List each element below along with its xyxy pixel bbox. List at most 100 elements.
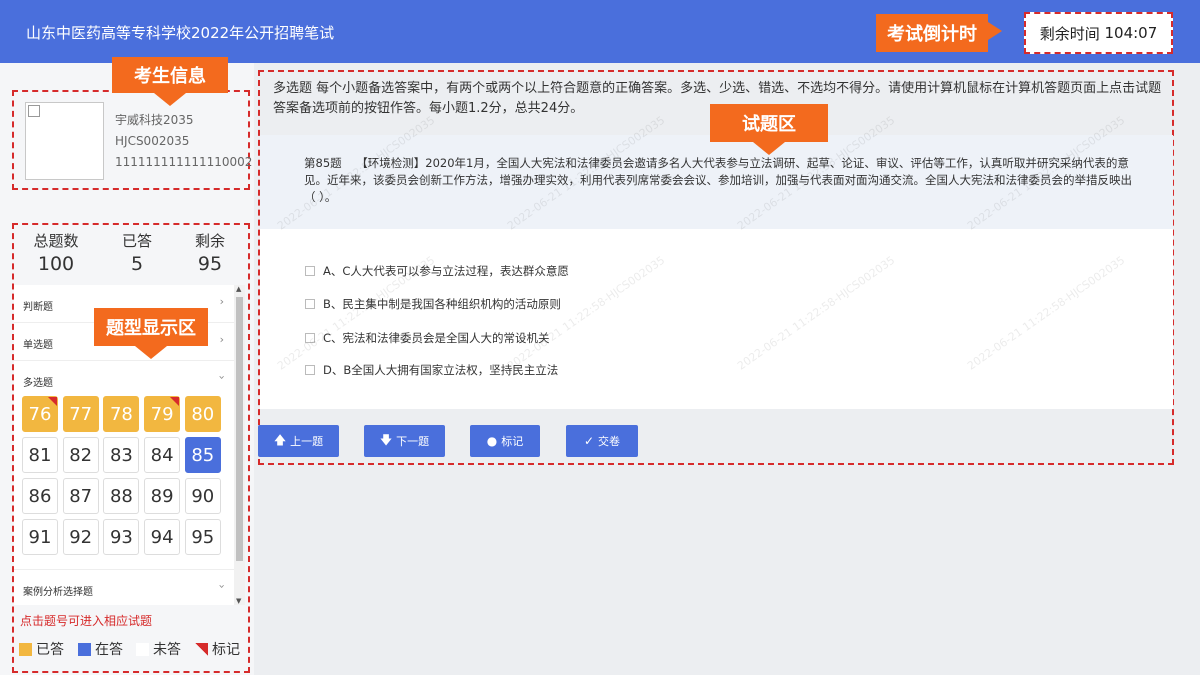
submit-exam-button[interactable]: ✓ 交卷 [566, 425, 638, 457]
question-number-83[interactable]: 83 [103, 437, 140, 473]
stat-total-value: 100 [37, 253, 75, 275]
answered-swatch [19, 642, 32, 656]
legend-unanswered: 未答 [136, 639, 181, 659]
flag-icon [48, 397, 57, 406]
legend-answered: 已答 [19, 639, 64, 659]
candidate-photo [25, 102, 104, 180]
flag-swatch [195, 642, 208, 656]
button-label: 上一题 [290, 435, 324, 448]
question-number-81[interactable]: 81 [22, 437, 58, 473]
question-number-91[interactable]: 91 [22, 519, 58, 555]
checkbox-icon[interactable] [305, 299, 315, 309]
question-number-85[interactable]: 85 [184, 437, 221, 473]
question-number-label: 95 [191, 526, 215, 548]
checkbox-icon[interactable] [305, 365, 315, 375]
type-name: 判断题 [23, 302, 53, 313]
question-number-90[interactable]: 90 [184, 478, 221, 514]
chevron-down-icon: › [215, 375, 229, 380]
question-area-callout: 试题区 [710, 104, 828, 155]
question-number-label: 86 [28, 485, 52, 507]
checkbox-icon[interactable] [305, 333, 315, 343]
type-name: 单选题 [23, 340, 53, 351]
question-number-95[interactable]: 95 [184, 519, 221, 555]
type-row-case[interactable]: 案例分析选择题 › [14, 569, 234, 605]
question-number-88[interactable]: 88 [103, 478, 140, 514]
button-label: 下一题 [396, 435, 430, 448]
legend-current: 在答 [78, 639, 123, 659]
candidate-code: HJCS002035 [115, 134, 190, 148]
scroll-up-icon[interactable]: ▲ [236, 285, 241, 293]
question-number-76[interactable]: 76 [22, 396, 58, 432]
legend-label: 未答 [153, 642, 181, 658]
candidate-info: 宇威科技2035 HJCS002035 111111111111110002 [115, 110, 252, 173]
question-number-label: 77 [69, 403, 93, 425]
stat-total-label: 总题数 [33, 232, 79, 250]
type-list-scrollbar[interactable]: ▲ ▼ [234, 285, 245, 605]
option-d[interactable]: D、B全国人大拥有国家立法权，坚持民主立法 [305, 362, 558, 378]
question-number-94[interactable]: 94 [144, 519, 181, 555]
legend-label: 标记 [212, 642, 240, 658]
question-number-79[interactable]: 79 [144, 396, 181, 432]
question-number-93[interactable]: 93 [103, 519, 140, 555]
mark-question-button[interactable]: ● 标记 [470, 425, 540, 457]
question-number-label: 88 [109, 485, 133, 507]
stat-remaining: 剩余 95 [170, 230, 250, 275]
scrollbar-thumb[interactable] [236, 297, 243, 561]
question-number-84[interactable]: 84 [144, 437, 181, 473]
button-label: 标记 [501, 435, 524, 448]
question-number-86[interactable]: 86 [22, 478, 58, 514]
question-number-label: 82 [69, 444, 93, 466]
question-number-label: 81 [28, 444, 52, 466]
options-area [260, 229, 1173, 409]
top-header: 山东中医药高等专科学校2022年公开招聘笔试 [0, 0, 1200, 63]
type-name: 多选题 [23, 378, 53, 389]
question-number-87[interactable]: 87 [62, 478, 99, 514]
map-marker-icon: ● [486, 434, 498, 448]
question-number-label: 87 [69, 485, 93, 507]
question-number-label: 76 [28, 403, 52, 425]
scroll-down-icon[interactable]: ▼ [236, 597, 241, 605]
question-number-77[interactable]: 77 [62, 396, 99, 432]
stat-answered: 已答 5 [97, 230, 177, 275]
arrow-down-icon: 🡇 [379, 432, 393, 447]
button-label: 交卷 [598, 435, 621, 448]
checkbox-icon[interactable] [305, 266, 315, 276]
question-number-label: 80 [191, 403, 215, 425]
question-number-78[interactable]: 78 [103, 396, 140, 432]
question-number-label: 79 [150, 403, 174, 425]
question-number-label: 90 [191, 485, 215, 507]
unanswered-swatch [136, 642, 149, 656]
legend-label: 在答 [95, 642, 123, 658]
question-number-label: 92 [69, 526, 93, 548]
current-swatch [78, 642, 91, 656]
option-c[interactable]: C、宪法和法律委员会是全国人大的常设机关 [305, 330, 550, 346]
option-label: D、B全国人大拥有国家立法权，坚持民主立法 [323, 363, 559, 377]
question-number-89[interactable]: 89 [144, 478, 181, 514]
question-number-92[interactable]: 92 [62, 519, 99, 555]
question-number-label: 94 [150, 526, 174, 548]
question-number-label: 85 [191, 444, 215, 466]
legend-flagged: 标记 [195, 639, 240, 659]
countdown-timer: 剩余时间 104:07 [1024, 12, 1173, 54]
type-area-callout: 题型显示区 [94, 308, 208, 359]
question-number-80[interactable]: 80 [184, 396, 221, 432]
next-question-button[interactable]: 🡇 下一题 [364, 425, 445, 457]
stat-answered-value: 5 [130, 253, 144, 275]
check-icon: ✓ [583, 434, 595, 448]
question-number-label: 93 [109, 526, 133, 548]
chevron-right-icon: › [219, 333, 224, 346]
type-row-multi[interactable]: 多选题 › [14, 361, 234, 399]
legend-label: 已答 [36, 642, 64, 658]
question-number-82[interactable]: 82 [62, 437, 99, 473]
option-label: B、民主集中制是我国各种组织机构的活动原则 [323, 297, 561, 311]
option-a[interactable]: A、C人大代表可以参与立法过程，表达群众意愿 [305, 263, 569, 279]
question-body: 【环境检测】2020年1月，全国人大宪法和法律委员会邀请多名人大代表参与立法调研… [304, 156, 1132, 204]
prev-question-button[interactable]: 🡅 上一题 [258, 425, 339, 457]
navigation-hint: 点击题号可进入相应试题 [20, 614, 153, 628]
option-b[interactable]: B、民主集中制是我国各种组织机构的活动原则 [305, 296, 561, 312]
question-number-label: 89 [150, 485, 174, 507]
stat-answered-label: 已答 [121, 232, 152, 250]
timer-value: 104:07 [1104, 24, 1158, 42]
flag-icon [170, 397, 180, 406]
question-text: 第85题 【环境检测】2020年1月，全国人大宪法和法律委员会邀请多名人大代表参… [304, 155, 1140, 206]
